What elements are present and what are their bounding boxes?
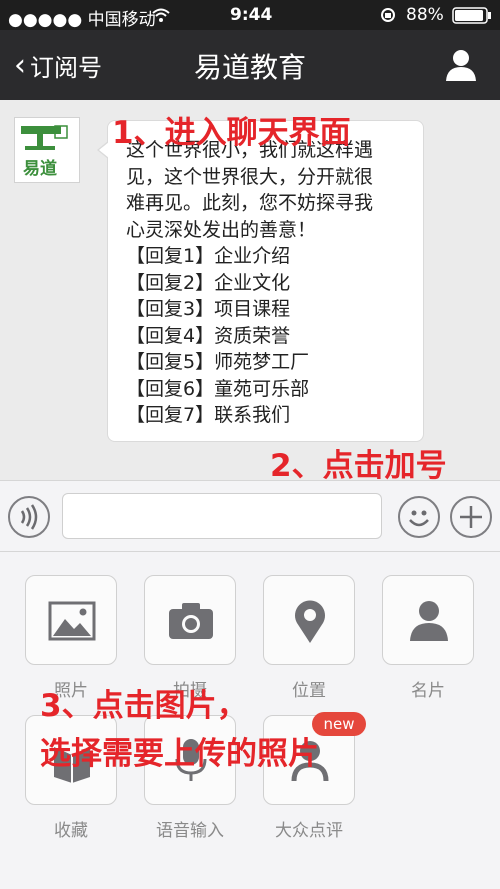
tile-photo[interactable] xyxy=(25,575,117,665)
tile-location-label: 位置 xyxy=(292,681,326,701)
new-badge: new xyxy=(312,712,366,736)
logo-text: 易道 xyxy=(23,158,57,179)
battery-percent: 88% xyxy=(406,5,444,25)
tile-location[interactable] xyxy=(263,575,355,665)
annotation-step3-line1: 3、点击图片， xyxy=(40,688,248,724)
clock: 9:44 xyxy=(230,5,273,25)
navigation-bar: ‹ 订阅号 易道教育 xyxy=(0,30,500,100)
carrier: ●●●●● 中国移动 xyxy=(8,10,156,30)
chat-area: 易道 这个世界很小，我们就这样遇 见，这个世界很大，分开就很 难再见。此刻，您不… xyxy=(0,100,500,480)
annotation-step3-line2: 选择需要上传的照片 xyxy=(40,736,319,772)
message-line: 【回复3】项目课程 xyxy=(126,298,291,320)
location-icon xyxy=(295,600,325,643)
message-line: 心灵深处发出的善意！ xyxy=(126,218,317,241)
message-input[interactable] xyxy=(62,493,382,539)
message-line: 难再见。此刻，您不妨探寻我 xyxy=(126,192,374,214)
camera-icon xyxy=(169,603,213,639)
voice-icon xyxy=(20,504,38,530)
message-line: 【回复5】师苑梦工厂 xyxy=(126,351,310,373)
logo-icon: 易道 xyxy=(21,125,68,179)
page-title: 易道教育 xyxy=(193,51,306,84)
rotation-lock-icon xyxy=(381,8,395,22)
smiley-icon xyxy=(409,510,429,527)
message-line: 【回复1】企业介绍 xyxy=(126,245,291,267)
input-bar xyxy=(0,480,500,552)
message-line: 【回复6】童苑可乐部 xyxy=(126,377,310,400)
message-line: 见，这个世界很大，分开就很 xyxy=(126,165,374,188)
message-line: 【回复7】联系我们 xyxy=(126,404,291,426)
annotation-step2: 2、点击加号 xyxy=(270,448,447,484)
tile-voice-input-label: 语音输入 xyxy=(156,821,224,841)
voice-toggle-button[interactable] xyxy=(8,496,50,538)
plus-button[interactable] xyxy=(450,496,492,538)
message-line: 【回复4】资质荣誉 xyxy=(126,324,291,347)
status-bar: ●●●●● 中国移动 9:44 88% xyxy=(0,0,500,30)
tile-dianping-label: 大众点评 xyxy=(275,821,343,841)
photo-icon xyxy=(48,601,96,641)
tile-favorites-label: 收藏 xyxy=(54,821,88,841)
tile-contact-card-label: 名片 xyxy=(411,681,445,701)
tile-contact-card[interactable] xyxy=(382,575,474,665)
message-line: 【回复2】企业文化 xyxy=(126,271,291,294)
contact-card-icon xyxy=(410,601,448,641)
emoji-button[interactable] xyxy=(398,496,440,538)
wifi-icon xyxy=(152,8,170,22)
tile-camera[interactable] xyxy=(144,575,236,665)
message-bubble[interactable]: 这个世界很小，我们就这样遇 见，这个世界很大，分开就很 难再见。此刻，您不妨探寻… xyxy=(97,120,424,442)
annotation-step1: 1、进入聊天界面 xyxy=(112,115,351,151)
battery-icon xyxy=(452,7,491,24)
plus-icon xyxy=(460,506,482,528)
profile-icon[interactable] xyxy=(444,48,478,82)
avatar[interactable]: 易道 xyxy=(14,117,80,183)
